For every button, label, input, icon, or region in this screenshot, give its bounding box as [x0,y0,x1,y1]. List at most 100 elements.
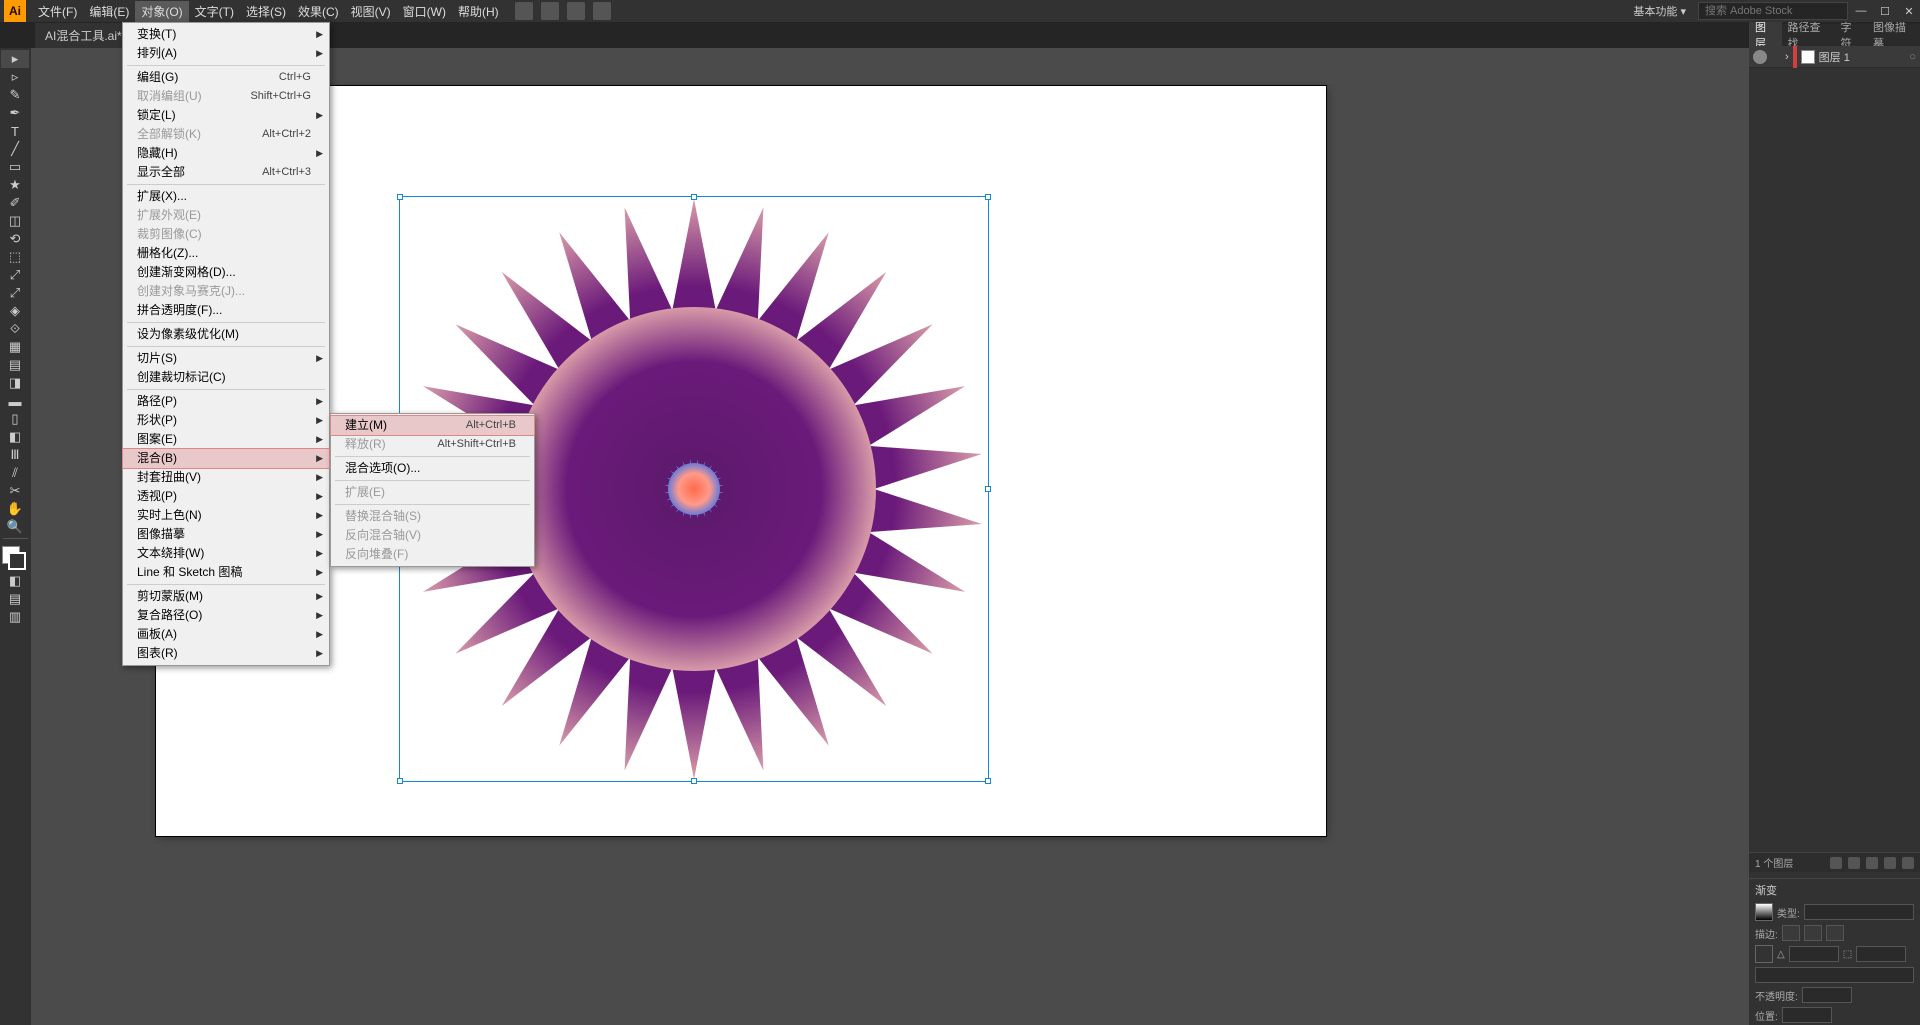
stroke-mode-3[interactable] [1826,925,1844,941]
tool-21[interactable]: ◧ [1,428,29,446]
locate-layer-icon[interactable] [1830,857,1842,869]
color-mode[interactable]: ▥ [1,608,29,626]
tool-0[interactable]: ▸ [1,50,29,68]
menu-2[interactable]: 对象(O) [135,1,188,22]
maximize-button[interactable]: ☐ [1878,5,1892,18]
menu-item[interactable]: 封套扭曲(V)▶ [123,468,329,487]
workspace-switcher[interactable]: 基本功能 ▾ [1627,1,1692,21]
menu-item[interactable]: 编组(G)Ctrl+G [123,68,329,87]
tool-14[interactable]: ◈ [1,302,29,320]
gradient-type-select[interactable] [1804,904,1914,920]
menu-item[interactable]: 图案(E)▶ [123,430,329,449]
menu-item[interactable]: 混合选项(O)... [331,459,534,478]
new-layer-icon[interactable] [1884,857,1896,869]
layer-row[interactable]: › 图层 1 ○ [1749,46,1920,68]
stroke-mode-1[interactable] [1782,925,1800,941]
stock-icon[interactable] [541,2,559,20]
menu-item[interactable]: 排列(A)▶ [123,44,329,63]
gradient-swatch[interactable] [1755,903,1773,921]
menu-item[interactable]: 图表(R)▶ [123,644,329,663]
tool-16[interactable]: ▦ [1,338,29,356]
visibility-icon[interactable] [1753,50,1767,64]
tool-24[interactable]: ✂ [1,482,29,500]
menu-4[interactable]: 选择(S) [240,1,292,22]
layer-name[interactable]: 图层 1 [1819,49,1850,65]
tool-18[interactable]: ◨ [1,374,29,392]
gradient-type-label: 类型: [1777,905,1800,920]
tool-11[interactable]: ⬚ [1,248,29,266]
disclosure-icon[interactable]: › [1785,51,1789,63]
new-sublayer-icon[interactable] [1866,857,1878,869]
menu-item[interactable]: 剪切蒙版(M)▶ [123,587,329,606]
menu-item[interactable]: 实时上色(N)▶ [123,506,329,525]
menu-item[interactable]: 锁定(L)▶ [123,106,329,125]
tool-26[interactable]: 🔍 [1,518,29,536]
menu-8[interactable]: 帮助(H) [452,1,505,22]
menu-item[interactable]: 文本绕排(W)▶ [123,544,329,563]
color-mode[interactable]: ◧ [1,572,29,590]
gradient-angle-input[interactable] [1789,946,1839,962]
minimize-button[interactable]: — [1854,5,1868,18]
menu-item[interactable]: 图像描摹▶ [123,525,329,544]
tool-10[interactable]: ⟲ [1,230,29,248]
tool-1[interactable]: ▹ [1,68,29,86]
gpu-icon[interactable] [593,2,611,20]
menu-item[interactable]: 路径(P)▶ [123,392,329,411]
stroke-mode-2[interactable] [1804,925,1822,941]
ratio-icon: ⬚ [1843,949,1852,960]
menu-item[interactable]: 扩展(X)... [123,187,329,206]
tool-13[interactable]: ⤢ [1,284,29,302]
tool-25[interactable]: ✋ [1,500,29,518]
menu-item[interactable]: 创建渐变网格(D)... [123,263,329,282]
make-clip-icon[interactable] [1848,857,1860,869]
tool-7[interactable]: ★ [1,176,29,194]
menu-item[interactable]: 显示全部Alt+Ctrl+3 [123,163,329,182]
menu-item[interactable]: 透视(P)▶ [123,487,329,506]
menu-item[interactable]: 栅格化(Z)... [123,244,329,263]
menu-item[interactable]: 切片(S)▶ [123,349,329,368]
menu-5[interactable]: 效果(C) [292,1,345,22]
tool-20[interactable]: ▯ [1,410,29,428]
menu-3[interactable]: 文字(T) [189,1,240,22]
tool-4[interactable]: T [1,122,29,140]
tool-6[interactable]: ▭ [1,158,29,176]
tool-15[interactable]: ⟐ [1,320,29,338]
menu-item[interactable]: 复合路径(O)▶ [123,606,329,625]
menu-item[interactable]: 拼合透明度(F)... [123,301,329,320]
menu-6[interactable]: 视图(V) [345,1,397,22]
tool-12[interactable]: ⤢ [1,266,29,284]
tool-19[interactable]: ▬ [1,392,29,410]
menu-1[interactable]: 编辑(E) [83,1,135,22]
gradient-ratio-input[interactable] [1856,946,1906,962]
color-mode[interactable]: ▤ [1,590,29,608]
close-button[interactable]: ✕ [1902,5,1916,18]
menu-item[interactable]: Line 和 Sketch 图稿▶ [123,563,329,582]
menu-7[interactable]: 窗口(W) [397,1,452,22]
gradient-slider[interactable] [1755,967,1914,983]
tool-22[interactable]: Ⅲ [1,446,29,464]
gradient-swap[interactable] [1755,945,1773,963]
fill-stroke-control[interactable] [0,544,28,572]
menu-item[interactable]: 创建裁切标记(C) [123,368,329,387]
tool-9[interactable]: ◫ [1,212,29,230]
menu-0[interactable]: 文件(F) [32,1,83,22]
menu-item[interactable]: 形状(P)▶ [123,411,329,430]
position-input[interactable] [1782,1007,1832,1023]
search-input[interactable] [1698,2,1848,20]
tool-23[interactable]: ⫽ [1,464,29,482]
tool-5[interactable]: ╱ [1,140,29,158]
opacity-input[interactable] [1802,987,1852,1003]
bridge-icon[interactable] [515,2,533,20]
tool-17[interactable]: ▤ [1,356,29,374]
menu-item[interactable]: 设为像素级优化(M) [123,325,329,344]
tool-2[interactable]: ✎ [1,86,29,104]
tool-3[interactable]: ✒ [1,104,29,122]
tool-8[interactable]: ✐ [1,194,29,212]
menu-item[interactable]: 建立(M)Alt+Ctrl+B [331,416,534,435]
menu-item[interactable]: 变换(T)▶ [123,25,329,44]
menu-item[interactable]: 隐藏(H)▶ [123,144,329,163]
delete-layer-icon[interactable] [1902,857,1914,869]
arrange-icon[interactable] [567,2,585,20]
menu-item[interactable]: 混合(B)▶ [123,449,329,468]
menu-item[interactable]: 画板(A)▶ [123,625,329,644]
